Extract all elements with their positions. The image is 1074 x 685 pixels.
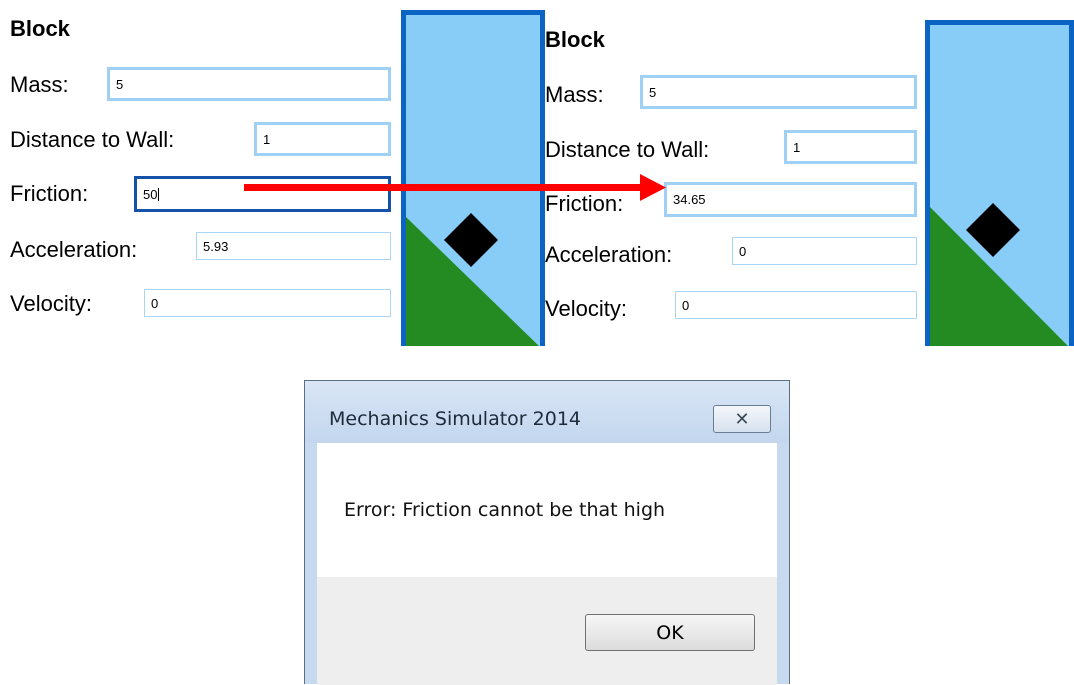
velocity-input[interactable]: 0 bbox=[144, 289, 391, 317]
distance-input[interactable]: 1 bbox=[784, 130, 917, 164]
velocity-label: Velocity: bbox=[10, 291, 92, 316]
distance-label: Distance to Wall: bbox=[10, 127, 175, 152]
friction-label: Friction: bbox=[10, 181, 89, 206]
error-dialog: Mechanics Simulator 2014 ✕ Error: Fricti… bbox=[304, 380, 790, 685]
error-message: Error: Friction cannot be that high bbox=[344, 499, 666, 521]
friction-input[interactable]: 34.65 bbox=[664, 182, 917, 217]
mass-label: Mass: bbox=[10, 72, 69, 97]
distance-label: Distance to Wall: bbox=[545, 137, 710, 162]
mass-input[interactable]: 5 bbox=[640, 75, 917, 109]
dialog-titlebar: Mechanics Simulator 2014 ✕ bbox=[305, 381, 789, 443]
acceleration-label: Acceleration: bbox=[545, 242, 673, 267]
velocity-input[interactable]: 0 bbox=[675, 291, 917, 319]
ok-button[interactable]: OK bbox=[585, 614, 755, 651]
mass-input[interactable]: 5 bbox=[107, 67, 391, 101]
velocity-label: Velocity: bbox=[545, 296, 627, 321]
dialog-content: Error: Friction cannot be that high bbox=[317, 443, 777, 577]
panel-title: Block bbox=[545, 27, 605, 52]
acceleration-input[interactable]: 5.93 bbox=[196, 232, 391, 260]
text-caret bbox=[158, 187, 160, 201]
close-button[interactable]: ✕ bbox=[713, 405, 771, 433]
acceleration-label: Acceleration: bbox=[10, 237, 138, 262]
mass-label: Mass: bbox=[545, 82, 604, 107]
acceleration-input[interactable]: 0 bbox=[732, 237, 917, 265]
block-panel-before: Block Mass: 5 Distance to Wall: 1 Fricti… bbox=[0, 0, 545, 346]
dialog-footer: OK bbox=[317, 577, 777, 685]
simulation-view bbox=[401, 10, 545, 346]
close-icon: ✕ bbox=[734, 408, 750, 430]
simulation-view bbox=[925, 20, 1074, 346]
friction-input[interactable]: 50 bbox=[134, 176, 391, 212]
panel-title: Block bbox=[10, 16, 70, 41]
dialog-title: Mechanics Simulator 2014 bbox=[329, 408, 582, 430]
friction-label: Friction: bbox=[545, 191, 624, 216]
distance-input[interactable]: 1 bbox=[254, 122, 391, 156]
block-panel-after: Block Mass: 5 Distance to Wall: 1 Fricti… bbox=[535, 10, 1074, 346]
